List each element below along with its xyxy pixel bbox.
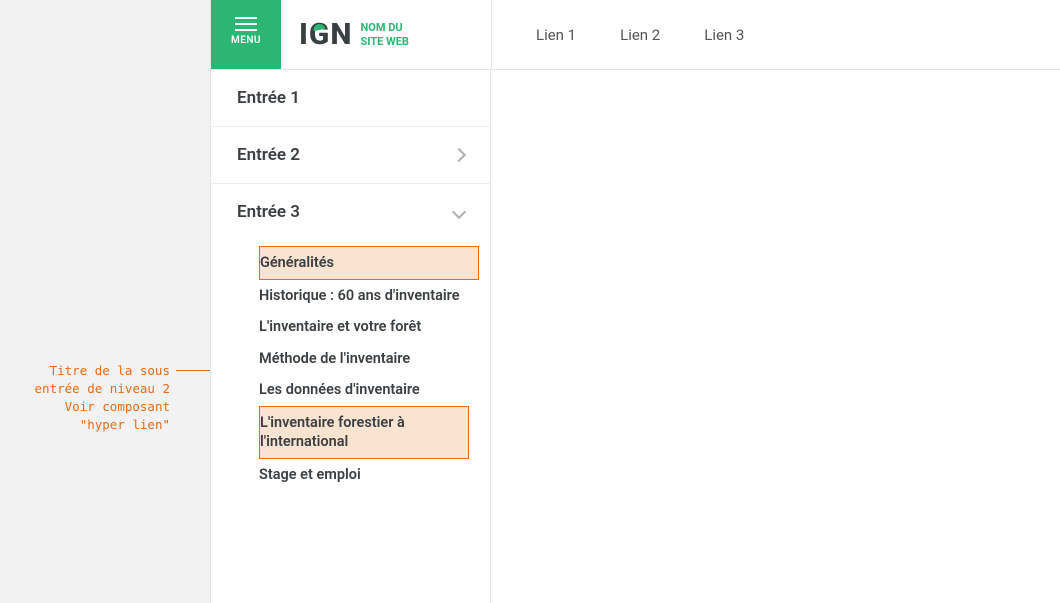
submenu-item-votreforet[interactable]: L'inventaire et votre forêt — [259, 311, 489, 343]
menu-button[interactable]: MENU — [211, 0, 281, 69]
sidebar-item-3[interactable]: Entrée 3 — [211, 184, 490, 240]
submenu-item-stage[interactable]: Stage et emploi — [259, 459, 489, 491]
hamburger-icon — [235, 23, 257, 25]
sidebar: Entrée 1 Entrée 2 Entrée 3 Généralités H… — [211, 70, 491, 603]
submenu-item-donnees[interactable]: Les données d'inventaire — [259, 374, 489, 406]
sidebar-item-label: Entrée 3 — [237, 202, 300, 222]
app-frame: MENU IGN NOM DUSITE WEB Lien 1 Lien 2 Li… — [210, 0, 1060, 603]
topnav-link-3[interactable]: Lien 3 — [704, 26, 744, 44]
sidebar-item-label: Entrée 2 — [237, 145, 300, 165]
sidebar-item-label: Entrée 1 — [237, 88, 300, 108]
chevron-right-icon — [452, 148, 466, 162]
topnav: Lien 1 Lien 2 Lien 3 — [492, 0, 744, 69]
submenu-item-international[interactable]: L'inventaire forestier à l'international — [259, 406, 469, 459]
submenu-item-historique[interactable]: Historique : 60 ans d'inventaire — [259, 280, 489, 312]
annotation-sublabel: Titre de la sous entrée de niveau 2 Voir… — [0, 362, 170, 435]
submenu-item-methode[interactable]: Méthode de l'inventaire — [259, 343, 489, 375]
chevron-down-icon — [452, 205, 466, 219]
brand: IGN NOM DUSITE WEB — [281, 0, 491, 69]
sidebar-submenu: Généralités Historique : 60 ans d'invent… — [211, 240, 490, 501]
topnav-link-2[interactable]: Lien 2 — [620, 26, 660, 44]
submenu-item-generalites[interactable]: Généralités — [259, 246, 479, 280]
site-name: NOM DUSITE WEB — [361, 21, 409, 47]
sidebar-item-2[interactable]: Entrée 2 — [211, 127, 490, 184]
logo: IGN — [299, 17, 351, 52]
sidebar-item-1[interactable]: Entrée 1 — [211, 70, 490, 127]
menu-label: MENU — [231, 35, 261, 46]
design-spec-canvas: Titre de la sous entrée de niveau 2 Voir… — [0, 0, 1060, 603]
topbar: MENU IGN NOM DUSITE WEB Lien 1 Lien 2 Li… — [211, 0, 1060, 70]
topnav-link-1[interactable]: Lien 1 — [536, 26, 576, 44]
